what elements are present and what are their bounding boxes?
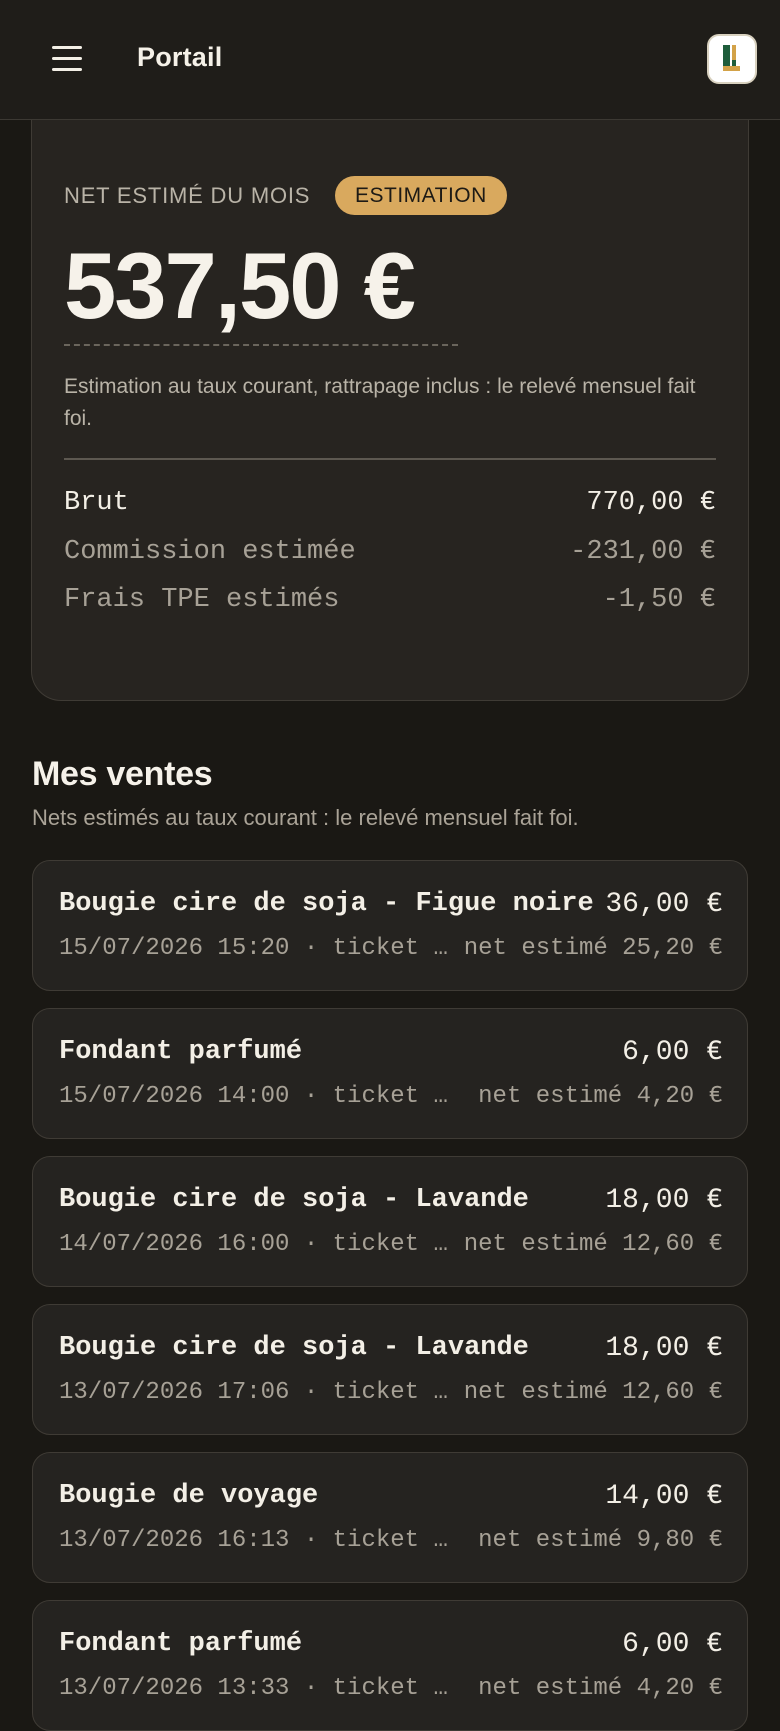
sale-card[interactable]: Bougie cire de soja - Lavande 18,00 € 14… bbox=[32, 1156, 748, 1287]
sale-net-estimate: net estimé 25,20 € bbox=[463, 935, 723, 962]
sale-price: 18,00 € bbox=[605, 1333, 723, 1364]
breakdown-row-gross: Brut 770,00 € bbox=[64, 485, 716, 521]
sale-card[interactable]: Bougie de voyage 14,00 € 13/07/2026 16:1… bbox=[32, 1452, 748, 1583]
sale-date-ticket: 13/07/2026 16:13 · ticket n… bbox=[59, 1527, 459, 1554]
net-amount: 537,50 € bbox=[64, 233, 416, 338]
sale-product-name: Fondant parfumé bbox=[59, 1037, 303, 1067]
sale-product-name: Bougie cire de soja - Lavande bbox=[59, 1185, 529, 1215]
breakdown-value: -231,00 € bbox=[570, 537, 716, 567]
net-amount-underline bbox=[64, 344, 458, 346]
sales-section-subtitle: Nets estimés au taux courant : le relevé… bbox=[32, 805, 579, 830]
sale-net-estimate: net estimé 4,20 € bbox=[478, 1083, 723, 1110]
sale-price: 6,00 € bbox=[622, 1037, 723, 1068]
sale-date-ticket: 15/07/2026 14:00 · ticket n… bbox=[59, 1083, 459, 1110]
brand-logo-icon bbox=[723, 45, 740, 71]
sale-date-ticket: 13/07/2026 13:33 · ticket n… bbox=[59, 1675, 459, 1702]
page-title: Portail bbox=[137, 42, 223, 72]
estimation-note: Estimation au taux courant, rattrapage i… bbox=[64, 375, 696, 430]
sale-card[interactable]: Fondant parfumé 6,00 € 13/07/2026 13:33 … bbox=[32, 1600, 748, 1731]
sale-net-estimate: net estimé 12,60 € bbox=[463, 1231, 723, 1258]
sale-price: 18,00 € bbox=[605, 1185, 723, 1216]
sale-price: 6,00 € bbox=[622, 1629, 723, 1660]
sale-date-ticket: 13/07/2026 17:06 · ticket … bbox=[59, 1379, 448, 1406]
breakdown-divider bbox=[64, 458, 716, 460]
breakdown-label: Brut bbox=[64, 488, 129, 518]
sale-price: 36,00 € bbox=[605, 889, 723, 920]
breakdown-label: Commission estimée bbox=[64, 537, 356, 567]
top-app-bar: Portail bbox=[0, 0, 780, 120]
sale-net-estimate: net estimé 12,60 € bbox=[463, 1379, 723, 1406]
sale-card[interactable]: Bougie cire de soja - Figue noire 36,00 … bbox=[32, 860, 748, 991]
breakdown-row-tpe-fees: Frais TPE estimés -1,50 € bbox=[64, 582, 716, 618]
sale-net-estimate: net estimé 4,20 € bbox=[478, 1675, 723, 1702]
sale-card[interactable]: Fondant parfumé 6,00 € 15/07/2026 14:00 … bbox=[32, 1008, 748, 1139]
brand-logo-icon[interactable] bbox=[707, 34, 757, 84]
sale-price: 14,00 € bbox=[605, 1481, 723, 1512]
breakdown-value: -1,50 € bbox=[602, 585, 716, 615]
estimation-badge: ESTIMATION bbox=[335, 176, 507, 215]
sale-net-estimate: net estimé 9,80 € bbox=[478, 1527, 723, 1554]
hamburger-menu-icon[interactable] bbox=[52, 44, 82, 74]
breakdown-row-commission: Commission estimée -231,00 € bbox=[64, 534, 716, 570]
net-month-label: NET ESTIMÉ DU MOIS bbox=[64, 183, 311, 208]
sale-date-ticket: 14/07/2026 16:00 · ticket … bbox=[59, 1231, 448, 1258]
breakdown-value: 770,00 € bbox=[586, 488, 716, 518]
sale-date-ticket: 15/07/2026 15:20 · ticket … bbox=[59, 935, 448, 962]
sales-section-title: Mes ventes bbox=[32, 755, 213, 793]
sale-product-name: Fondant parfumé bbox=[59, 1629, 303, 1659]
breakdown-label: Frais TPE estimés bbox=[64, 585, 340, 615]
sale-product-name: Bougie de voyage bbox=[59, 1481, 319, 1511]
sale-product-name: Bougie cire de soja - Lavande bbox=[59, 1333, 529, 1363]
sale-product-name: Bougie cire de soja - Figue noire bbox=[59, 889, 594, 919]
sale-card[interactable]: Bougie cire de soja - Lavande 18,00 € 13… bbox=[32, 1304, 748, 1435]
